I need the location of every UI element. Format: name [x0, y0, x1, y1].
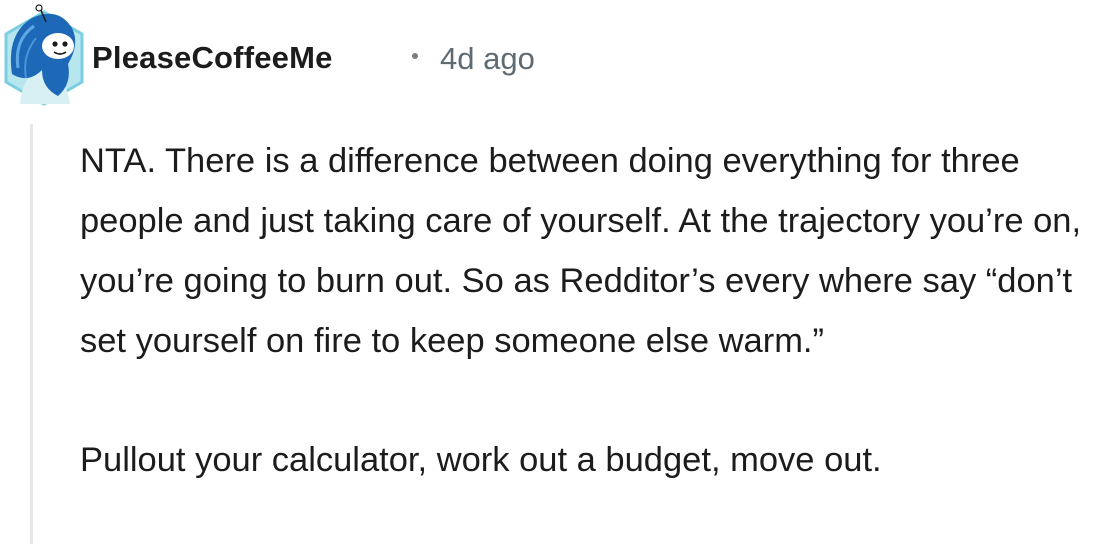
timestamp[interactable]: 4d ago — [440, 41, 535, 77]
comment-paragraph-1: NTA. There is a difference between doing… — [80, 142, 1082, 360]
comment: PleaseCoffeeMe 4d ago NTA. There is a di… — [0, 0, 1110, 544]
author-username[interactable]: PleaseCoffeeMe — [92, 40, 333, 76]
thread-line[interactable] — [30, 124, 33, 544]
snoo-avatar-icon — [4, 4, 84, 106]
separator-dot — [412, 53, 418, 59]
comment-body: NTA. There is a difference between doing… — [80, 131, 1105, 490]
comment-header: PleaseCoffeeMe 4d ago — [0, 0, 1110, 110]
comment-paragraph-2: Pullout your calculator, work out a budg… — [80, 441, 882, 479]
avatar[interactable] — [2, 4, 86, 108]
